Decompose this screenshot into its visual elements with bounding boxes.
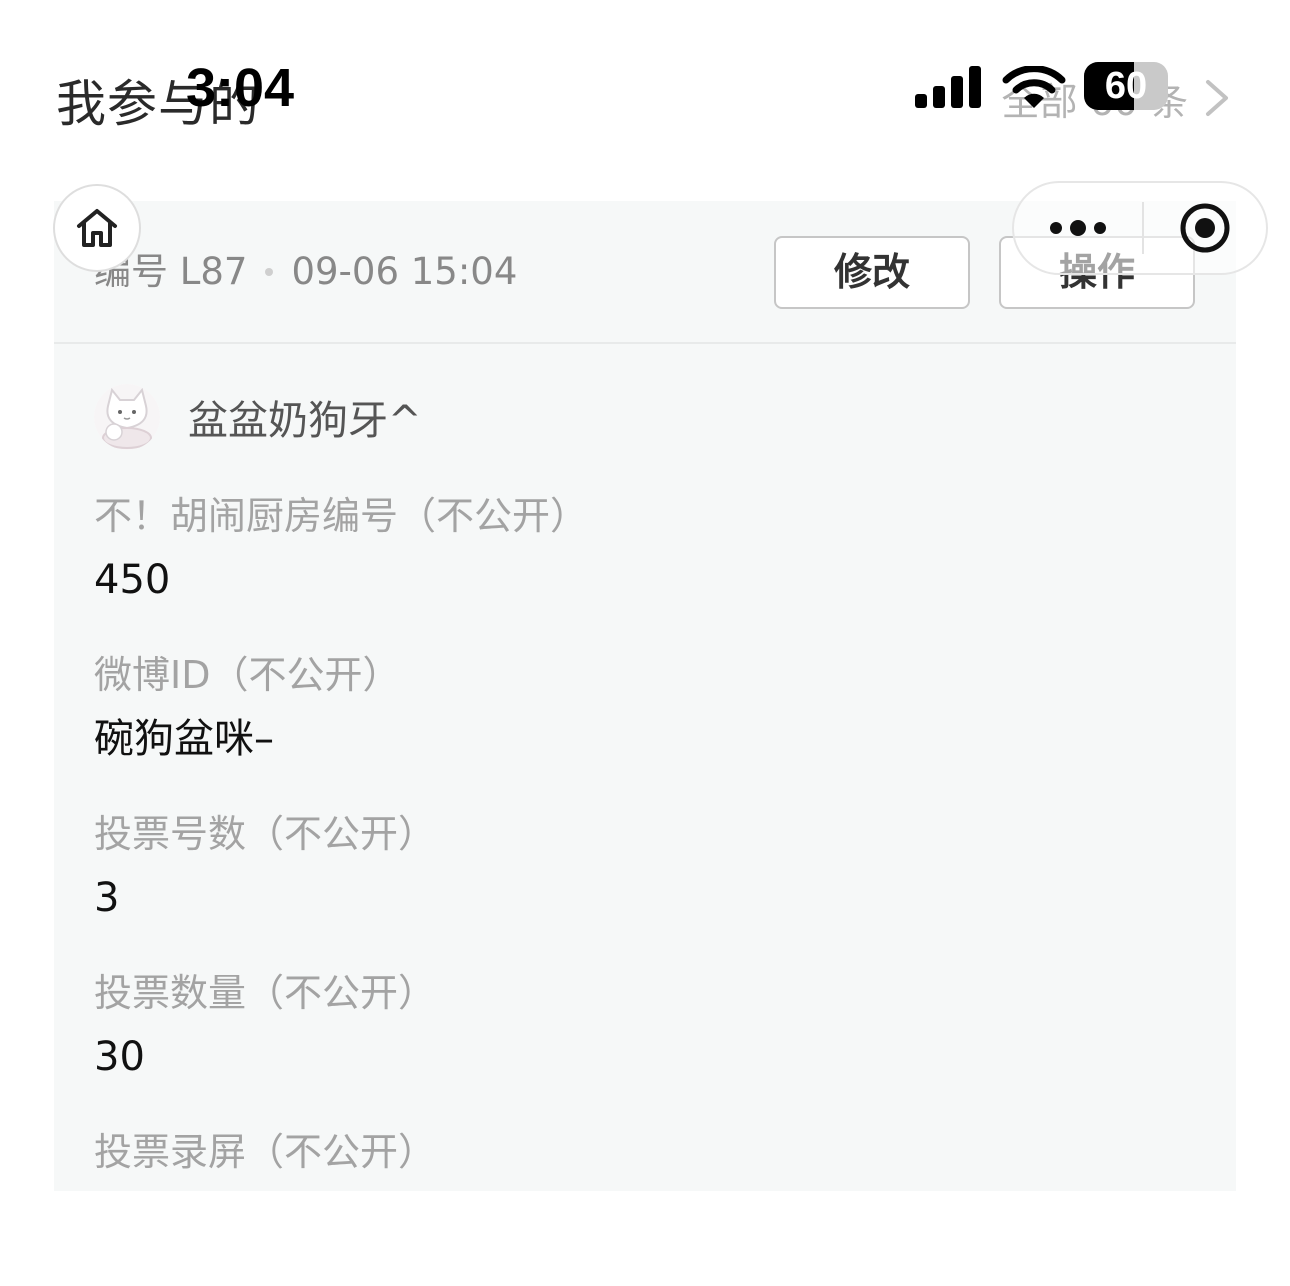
more-button[interactable] [1014,183,1142,273]
field-label: 微博ID（不公开） [94,653,401,697]
more-dots-icon [1050,220,1106,236]
wifi-icon [1002,66,1066,108]
field-value: 碗狗盆咪– [94,716,274,762]
close-target-icon [1180,203,1230,253]
record-fields: 不！胡闹厨房编号（不公开） 450 微博ID（不公开） 碗狗盆咪– 投票号数（不… [94,491,1194,1286]
field-label: 投票数量（不公开） [94,971,437,1015]
meta-separator-dot [265,268,274,276]
status-time: 3:04 [186,58,295,118]
chevron-right-icon [1206,80,1228,116]
field-label: 不！胡闹厨房编号（不公开） [94,494,589,538]
battery-icon: 60 [1084,62,1170,110]
field-kitchen-number: 不！胡闹厨房编号（不公开） 450 [94,491,1194,650]
author-row: 盆盆奶狗牙^ [94,384,422,450]
home-icon [77,209,117,247]
home-button[interactable] [53,184,141,272]
cellular-signal-icon [915,66,981,108]
mini-program-capsule [1012,181,1268,275]
battery-body: 60 [1084,62,1168,110]
field-label: 投票号数（不公开） [94,812,437,856]
author-name: 盆盆奶狗牙^ [188,398,422,444]
avatar-cat-image [94,384,160,450]
record-datetime: 09-06 15:04 [291,250,518,293]
close-button[interactable] [1144,183,1266,273]
record-meta: 编号 L87 09-06 15:04 [94,249,517,295]
edit-button[interactable]: 修改 [774,236,970,309]
avatar[interactable] [94,384,160,450]
battery-percent: 60 [1104,65,1148,107]
field-label: 投票录屏（不公开） [94,1130,437,1174]
field-value: 30 [94,1034,145,1080]
field-vote-account-count: 投票号数（不公开） 3 [94,809,1194,968]
field-weibo-id: 微博ID（不公开） 碗狗盆咪– [94,650,1194,809]
field-value: 3 [94,875,120,921]
field-vote-recording: 投票录屏（不公开） [94,1127,1194,1286]
record-card: 编号 L87 09-06 15:04 修改 操作 盆盆奶狗牙^ 不！胡闹厨房编号… [54,201,1236,1191]
field-vote-quantity: 投票数量（不公开） 30 [94,968,1194,1127]
field-value: 450 [94,557,171,603]
